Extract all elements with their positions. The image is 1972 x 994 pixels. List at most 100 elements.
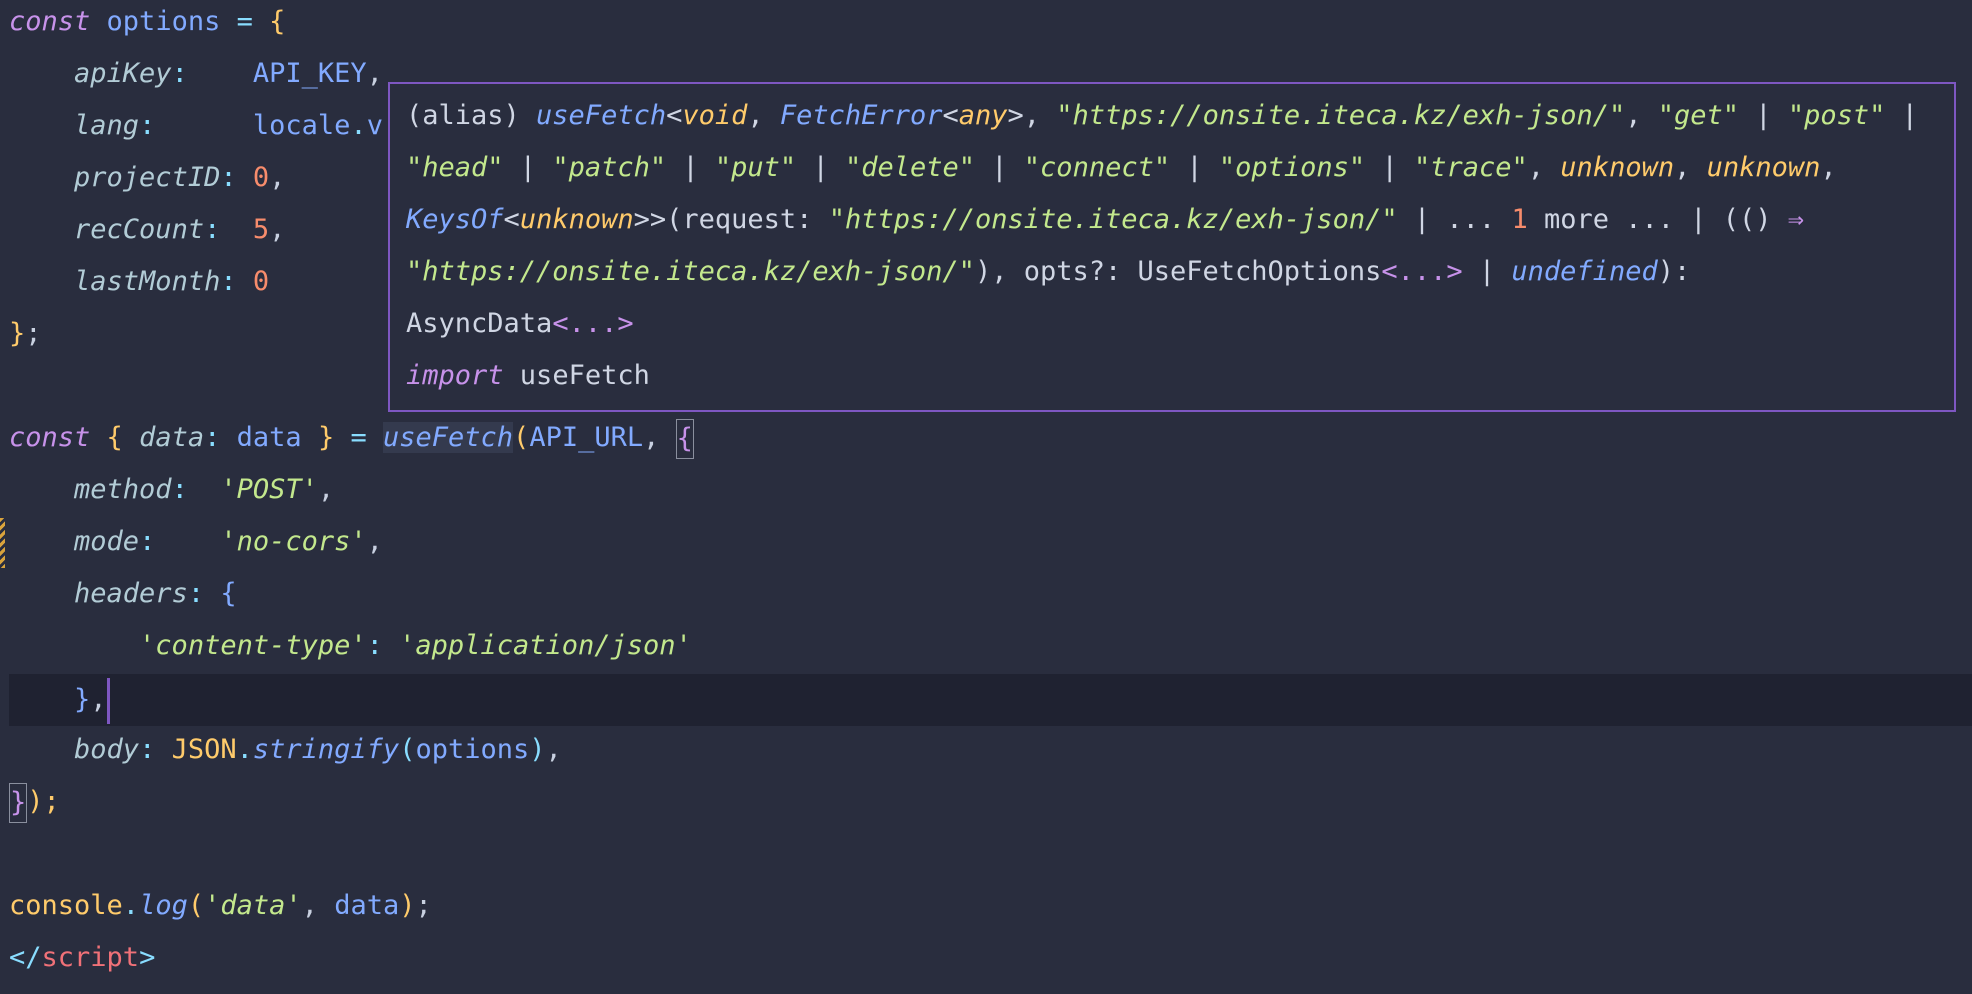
string-literal-type: "patch" (552, 152, 667, 183)
string-literal-type: "put" (714, 152, 797, 183)
identifier: locale (252, 110, 351, 141)
code-line-5[interactable]: recCount: 5, (9, 204, 285, 256)
method-name: stringify (252, 734, 400, 765)
code-line-13[interactable]: 'content-type': 'application/json' (9, 620, 692, 672)
property-key: mode (74, 526, 140, 557)
code-line-9[interactable]: const { data: data } = useFetch(API_URL,… (9, 412, 694, 464)
matched-bracket: } (9, 782, 28, 823)
union-pipe: | (1170, 152, 1219, 183)
property-key: body (74, 734, 140, 765)
string-literal-type: "options" (1218, 152, 1366, 183)
property-key: headers (74, 578, 188, 609)
code-line-11[interactable]: mode: 'no-cors', (9, 516, 383, 568)
string-literal: 'data' (204, 890, 302, 921)
type-name: FetchError (779, 100, 943, 131)
string-key: 'content-type' (139, 630, 367, 661)
identifier: options (415, 734, 530, 765)
string-literal-type: "https://onsite.iteca.kz/exh-json/" (1056, 100, 1626, 131)
type-bracket: < (666, 100, 683, 131)
import-keyword: import (406, 360, 504, 391)
paren: ) (529, 734, 546, 765)
method-name: log (139, 890, 188, 921)
brace: } (317, 422, 335, 453)
string-literal-type: "https://onsite.iteca.kz/exh-json/" (406, 256, 975, 287)
signature-end: ): (1657, 256, 1691, 287)
code-line-16[interactable]: }); (9, 776, 60, 828)
code-line-6[interactable]: lastMonth: 0 (9, 256, 269, 308)
identifier: API_KEY (252, 58, 367, 89)
dot: . (236, 734, 253, 765)
type-keyword: unknown (1706, 152, 1821, 183)
code-line-3[interactable]: lang: locale.v (9, 100, 383, 152)
paren: ( (187, 890, 205, 921)
code-line-4[interactable]: projectID: 0, (9, 152, 285, 204)
string-literal-type: "post" (1787, 100, 1886, 131)
type-keyword: unknown (519, 204, 634, 235)
string-literal-type: "https://onsite.iteca.kz/exh-json/" (828, 204, 1398, 235)
brace: { (220, 578, 237, 609)
modified-line-indicator (0, 518, 5, 568)
separator: , (1023, 100, 1057, 131)
colon: : (171, 474, 188, 505)
keyword: const (9, 6, 91, 37)
string-literal: 'no-cors' (220, 526, 367, 557)
hovered-function-name[interactable]: useFetch (383, 422, 514, 453)
property-key: lastMonth (74, 266, 221, 297)
union-pipe: | (666, 152, 715, 183)
parameter-text: ), opts?: UseFetchOptions (974, 256, 1382, 287)
code-line-1[interactable]: const options = { (9, 0, 285, 48)
paren: ) (399, 890, 416, 921)
colon: : (171, 58, 188, 89)
property-key: lang (74, 110, 140, 141)
operator: = (236, 6, 253, 37)
code-line-19[interactable]: </script> (9, 932, 155, 984)
import-name: useFetch (503, 360, 650, 391)
identifier: API_URL (529, 422, 644, 453)
parameter-text: >>(request: (633, 204, 829, 235)
property-key: recCount (74, 214, 205, 245)
code-line-14[interactable]: }, (9, 674, 110, 726)
dot: . (122, 890, 140, 921)
code-line-12[interactable]: headers: { (9, 568, 237, 620)
brace: { (269, 6, 286, 37)
brace: } (9, 318, 26, 349)
comma: , (90, 684, 107, 715)
paren: ( (399, 734, 416, 765)
property-key: data (139, 422, 205, 453)
identifier: JSON (171, 734, 237, 765)
union-pipe: | (1462, 256, 1512, 287)
tag-bracket: > (139, 942, 156, 973)
hover-tooltip: (alias) useFetch<void, FetchError<any>, … (388, 82, 1956, 412)
identifier: console (9, 890, 123, 921)
union-text: | ... (1397, 204, 1512, 235)
closing-punctuation: ); (27, 786, 60, 817)
property-key: method (74, 474, 172, 505)
separator: , (1674, 152, 1707, 183)
more-count: 1 (1511, 204, 1528, 235)
type-keyword: any (958, 100, 1008, 131)
code-line-10[interactable]: method: 'POST', (9, 464, 334, 516)
semicolon: ; (25, 318, 42, 349)
identifier: data (236, 422, 302, 453)
colon: : (366, 630, 383, 661)
tooltip-line-4: "https://onsite.iteca.kz/exh-json/"), op… (406, 246, 1690, 298)
union-pipe: | (975, 152, 1024, 183)
return-type: AsyncData (406, 308, 553, 339)
code-line-18[interactable]: console.log('data', data); (9, 880, 432, 932)
colon: : (220, 266, 237, 297)
number-literal: 5 (252, 214, 270, 245)
tooltip-line-5: AsyncData<...> (406, 298, 634, 350)
code-line-7[interactable]: }; (9, 308, 42, 360)
colon: : (220, 162, 237, 193)
union-text: more ... | (() (1527, 204, 1788, 235)
type-keyword: undefined (1511, 256, 1658, 287)
type-bracket: < (503, 204, 520, 235)
code-line-2[interactable]: apiKey: API_KEY, (9, 48, 383, 100)
union-pipe: | (503, 152, 553, 183)
brace: { (106, 422, 123, 453)
type-bracket: > (1007, 100, 1024, 131)
string-literal: 'POST' (220, 474, 318, 505)
comma: , (269, 214, 286, 245)
code-line-15[interactable]: body: JSON.stringify(options), (9, 724, 562, 776)
separator: , (1820, 152, 1837, 183)
